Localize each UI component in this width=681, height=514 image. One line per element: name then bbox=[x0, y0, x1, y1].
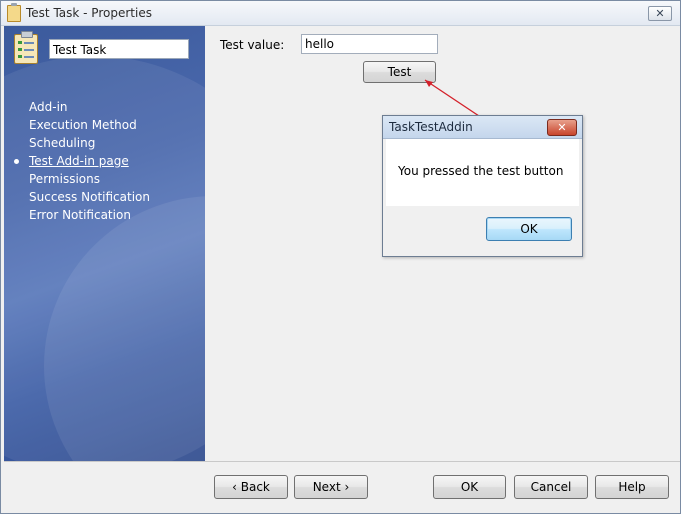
sidebar-nav: Add-in Execution Method Scheduling Test … bbox=[4, 98, 205, 224]
footer-divider bbox=[4, 461, 680, 462]
test-button[interactable]: Test bbox=[363, 61, 436, 83]
sidebar-item-error-notification[interactable]: Error Notification bbox=[4, 206, 205, 224]
sidebar-item-label: Error Notification bbox=[29, 208, 131, 222]
next-button[interactable]: Next › bbox=[294, 475, 368, 499]
sidebar-item-label: Execution Method bbox=[29, 118, 137, 132]
window-title: Test Task - Properties bbox=[26, 6, 152, 20]
help-button[interactable]: Help bbox=[595, 475, 669, 499]
task-name-field[interactable]: Test Task bbox=[49, 39, 189, 59]
dialog-ok-button[interactable]: OK bbox=[486, 217, 572, 241]
dialog-message: You pressed the test button bbox=[398, 164, 564, 178]
check-icon bbox=[18, 48, 22, 51]
dialog-title-bar[interactable]: TaskTestAddin ✕ bbox=[383, 116, 582, 139]
sidebar-item-label: Scheduling bbox=[29, 136, 96, 150]
sidebar-item-permissions[interactable]: Permissions bbox=[4, 170, 205, 188]
title-bar[interactable]: Test Task - Properties ✕ bbox=[1, 1, 680, 26]
check-icon bbox=[18, 41, 22, 44]
back-button[interactable]: ‹ Back bbox=[214, 475, 288, 499]
sidebar-item-success-notification[interactable]: Success Notification bbox=[4, 188, 205, 206]
sidebar-item-label: Success Notification bbox=[29, 190, 150, 204]
list-line bbox=[24, 49, 34, 51]
active-bullet-icon bbox=[14, 159, 19, 164]
window-close-button[interactable]: ✕ bbox=[648, 6, 672, 21]
check-icon bbox=[18, 55, 22, 58]
sidebar-item-scheduling[interactable]: Scheduling bbox=[4, 134, 205, 152]
test-value-label: Test value: bbox=[220, 38, 285, 52]
task-clipboard-icon bbox=[14, 31, 38, 64]
sidebar-item-add-in[interactable]: Add-in bbox=[4, 98, 205, 116]
sidebar-item-test-add-in-page[interactable]: Test Add-in page bbox=[4, 152, 205, 170]
sidebar-item-label: Permissions bbox=[29, 172, 100, 186]
cancel-button[interactable]: Cancel bbox=[514, 475, 588, 499]
dialog-title: TaskTestAddin bbox=[389, 120, 473, 134]
dialog-close-button[interactable]: ✕ bbox=[547, 119, 577, 136]
test-value-input[interactable] bbox=[301, 34, 438, 54]
sidebar: Test Task Add-in Execution Method Schedu… bbox=[4, 26, 205, 461]
sidebar-item-label: Add-in bbox=[29, 100, 68, 114]
dialog-body: You pressed the test button bbox=[386, 139, 579, 206]
list-line bbox=[24, 42, 34, 44]
ok-button[interactable]: OK bbox=[433, 475, 506, 499]
message-dialog: TaskTestAddin ✕ You pressed the test but… bbox=[382, 115, 583, 257]
clipboard-icon bbox=[7, 3, 21, 22]
sidebar-item-execution-method[interactable]: Execution Method bbox=[4, 116, 205, 134]
list-line bbox=[24, 56, 34, 58]
sidebar-item-label: Test Add-in page bbox=[29, 154, 129, 168]
properties-window: Test Task - Properties ✕ Test Task Add-i… bbox=[0, 0, 681, 514]
